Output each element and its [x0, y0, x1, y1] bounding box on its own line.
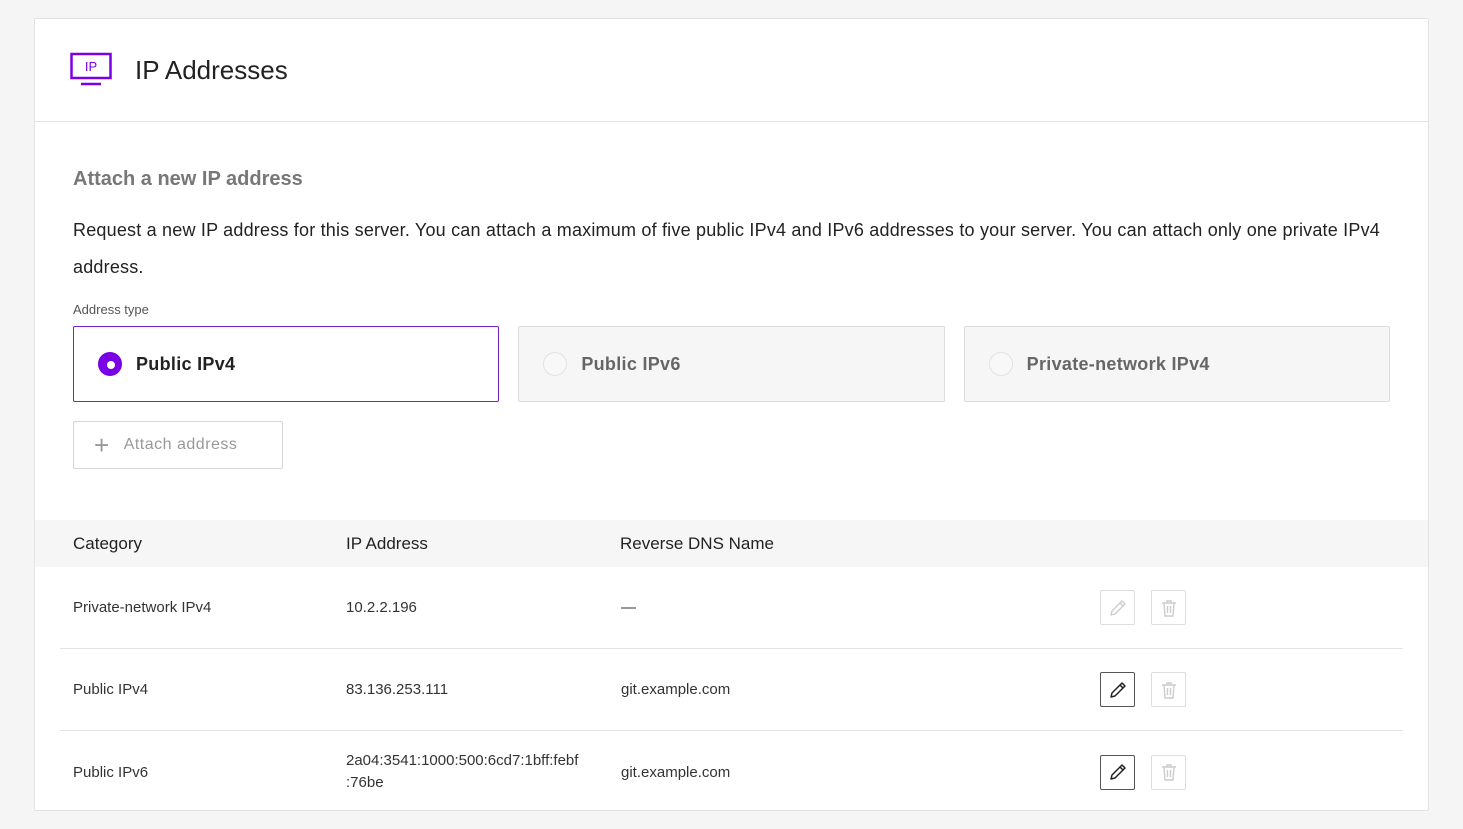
attach-address-label: Attach address	[123, 436, 238, 453]
address-type-label: Address type	[73, 302, 149, 317]
ip-monitor-icon: IP	[70, 52, 112, 86]
ip-addresses-card: IP IP Addresses Attach a new IP address …	[34, 18, 1429, 811]
card-header: IP IP Addresses	[35, 19, 1428, 122]
cell-category: Public IPv6	[73, 763, 149, 781]
delete-ip-button[interactable]	[1151, 590, 1186, 625]
address-type-options: Public IPv4 Public IPv6 Private-network …	[73, 326, 1390, 402]
trash-icon	[1161, 764, 1176, 781]
svg-text:IP: IP	[85, 59, 97, 74]
cell-category: Private-network IPv4	[73, 599, 212, 616]
option-label: Private-network IPv4	[1026, 353, 1210, 374]
radio-public-ipv4[interactable]	[98, 352, 122, 376]
plus-icon: +	[94, 430, 110, 460]
option-public-ipv6[interactable]: Public IPv6	[518, 326, 945, 402]
pencil-icon	[1109, 599, 1126, 616]
cell-dns: git.example.com	[621, 681, 731, 698]
option-private-ipv4[interactable]: Private-network IPv4	[963, 326, 1390, 402]
ip-table: Category IP Address Reverse DNS Name Pri…	[35, 520, 1428, 810]
row-actions	[1100, 754, 1186, 790]
table-row: Private-network IPv4 10.2.2.196 —	[60, 567, 1403, 649]
option-public-ipv4[interactable]: Public IPv4	[73, 326, 500, 402]
table-row: Public IPv6 2a04:3541:1000:500:6cd7:1bff…	[60, 731, 1403, 810]
radio-private-ipv4[interactable]	[988, 352, 1013, 376]
trash-icon	[1161, 681, 1176, 699]
pencil-icon	[1109, 681, 1126, 698]
table-header: Category IP Address Reverse DNS Name	[35, 520, 1428, 567]
attach-section: Attach a new IP address Request a new IP…	[35, 122, 1428, 469]
delete-ip-button[interactable]	[1151, 672, 1186, 707]
edit-dns-button[interactable]	[1100, 672, 1135, 707]
column-header-dns: Reverse DNS Name	[620, 533, 774, 553]
cell-ip: 10.2.2.196	[346, 598, 417, 616]
attach-description: Request a new IP address for this server…	[73, 220, 1380, 277]
edit-dns-button[interactable]	[1100, 590, 1135, 625]
option-label: Public IPv6	[581, 353, 681, 374]
cell-category: Public IPv4	[73, 681, 149, 698]
column-header-category: Category	[73, 533, 142, 553]
attach-address-button[interactable]: + Attach address	[73, 421, 283, 469]
row-actions	[1100, 590, 1186, 625]
row-actions	[1100, 672, 1186, 707]
edit-dns-button[interactable]	[1100, 754, 1135, 790]
cell-ip: 2a04:3541:1000:500:6cd7:1bff:febf :76be	[346, 752, 579, 791]
attach-section-title: Attach a new IP address	[73, 168, 303, 190]
option-label: Public IPv4	[136, 353, 236, 374]
cell-dns: git.example.com	[621, 763, 731, 781]
radio-public-ipv6[interactable]	[543, 352, 568, 376]
delete-ip-button[interactable]	[1151, 754, 1186, 790]
trash-icon	[1161, 599, 1176, 617]
cell-ip: 83.136.253.111	[346, 680, 449, 698]
cell-dns: —	[621, 599, 636, 616]
column-header-ip: IP Address	[346, 533, 428, 553]
pencil-icon	[1109, 764, 1126, 780]
table-row: Public IPv4 83.136.253.111 git.example.c…	[60, 649, 1403, 731]
page-title: IP Addresses	[135, 54, 288, 85]
